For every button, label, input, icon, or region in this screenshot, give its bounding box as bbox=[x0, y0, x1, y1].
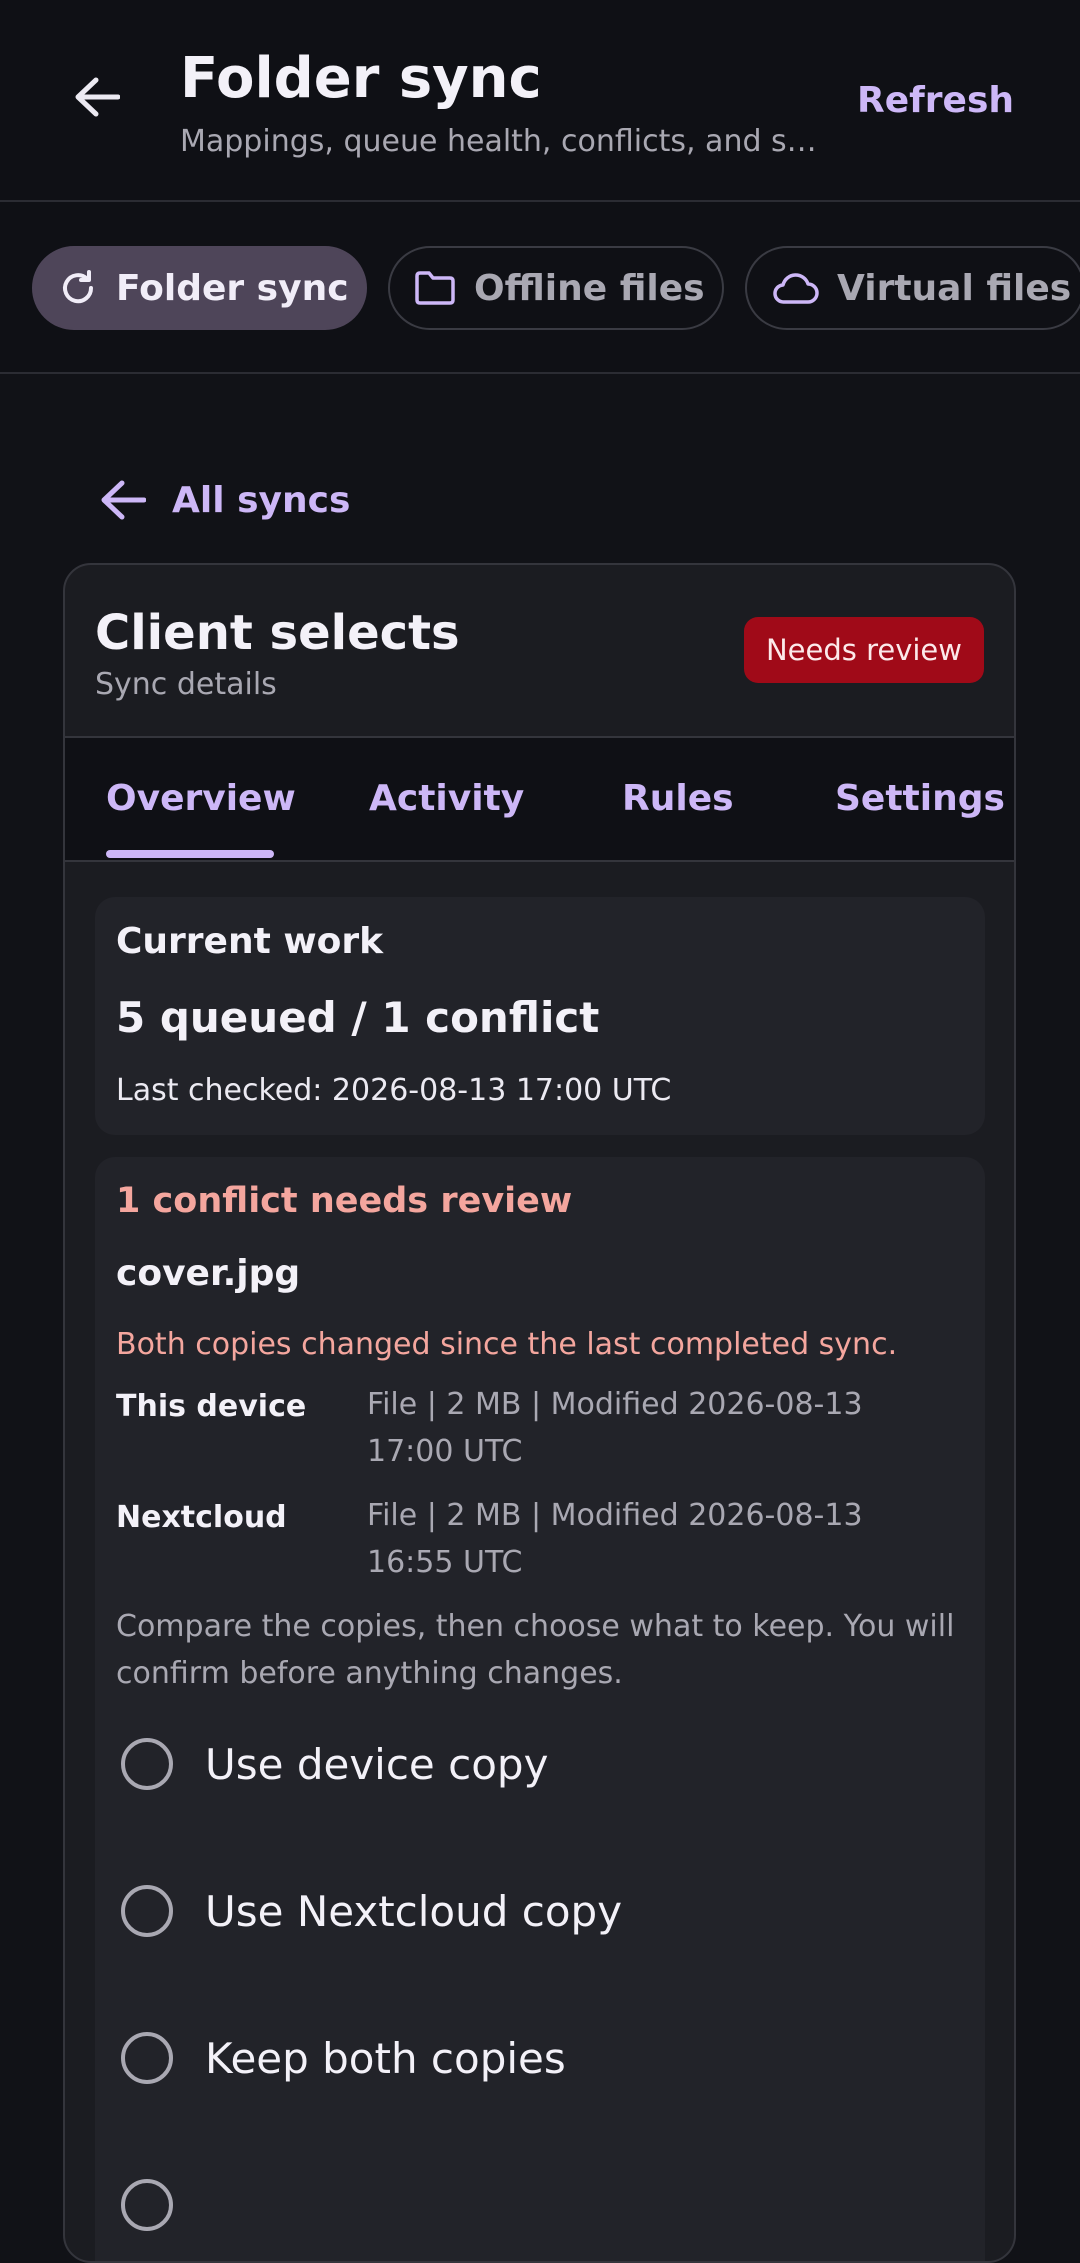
arrow-left-icon bbox=[101, 480, 146, 520]
last-checked: Last checked: 2026-08-13 17:00 UTC bbox=[116, 1073, 672, 1108]
arrow-left-icon bbox=[75, 77, 120, 117]
chip-label: Folder sync bbox=[116, 267, 349, 309]
all-syncs-label: All syncs bbox=[172, 479, 351, 521]
queue-summary: 5 queued / 1 conflict bbox=[116, 993, 600, 1042]
page-title: Folder sync bbox=[180, 46, 542, 111]
current-work-panel: Current work 5 queued / 1 conflict Last … bbox=[95, 897, 985, 1135]
sync-detail-card: Client selects Sync details Needs review… bbox=[63, 563, 1016, 2263]
copy-source-device: This device bbox=[116, 1389, 307, 1424]
folder-icon bbox=[415, 271, 455, 305]
chip-virtual-files[interactable]: Virtual files bbox=[745, 246, 1080, 330]
conflict-reason: Both copies changed since the last compl… bbox=[116, 1327, 898, 1362]
section-chip-row: Folder sync Offline files Virtual files bbox=[0, 202, 1080, 374]
option-use-nextcloud-copy[interactable]: Use Nextcloud copy bbox=[121, 1881, 622, 1941]
option-label: Use Nextcloud copy bbox=[205, 1886, 623, 1936]
radio-button[interactable] bbox=[121, 1738, 173, 1790]
radio-button[interactable] bbox=[121, 2032, 173, 2084]
sync-title: Client selects bbox=[95, 605, 460, 661]
page-subtitle: Mappings, queue health, conflicts, and s… bbox=[180, 124, 820, 159]
chip-label: Offline files bbox=[474, 267, 705, 309]
refresh-icon bbox=[63, 270, 94, 304]
chip-folder-sync[interactable]: Folder sync bbox=[32, 246, 367, 330]
radio-button[interactable] bbox=[121, 1885, 173, 1937]
detail-tabs: Overview Activity Rules Settings bbox=[65, 736, 1014, 862]
chip-label: Virtual files bbox=[837, 267, 1072, 309]
cloud-icon bbox=[773, 273, 819, 304]
option-keep-both-copies[interactable]: Keep both copies bbox=[121, 2028, 566, 2088]
tab-overview[interactable]: Overview bbox=[106, 778, 296, 819]
copy-details-nextcloud: File | 2 MB | Modified 2026-08-13 16:55 … bbox=[367, 1498, 863, 1580]
option-use-device-copy[interactable]: Use device copy bbox=[121, 1734, 548, 1794]
sync-subtitle: Sync details bbox=[95, 667, 277, 702]
all-syncs-link[interactable]: All syncs bbox=[100, 470, 350, 530]
option-label: Keep both copies bbox=[205, 2033, 566, 2083]
status-badge: Needs review bbox=[743, 617, 984, 683]
top-app-bar: Folder sync Mappings, queue health, conf… bbox=[0, 0, 1080, 202]
tab-activity[interactable]: Activity bbox=[369, 778, 524, 819]
option-label: Use device copy bbox=[205, 1739, 549, 1789]
tab-rules[interactable]: Rules bbox=[622, 778, 734, 819]
option-more[interactable] bbox=[121, 2175, 173, 2235]
tab-settings[interactable]: Settings bbox=[835, 778, 1005, 819]
conflict-heading: 1 conflict needs review bbox=[116, 1181, 573, 1221]
back-button[interactable] bbox=[62, 62, 132, 132]
conflict-file-name: cover.jpg bbox=[116, 1253, 301, 1294]
tab-selected-indicator bbox=[106, 850, 274, 858]
chip-offline-files[interactable]: Offline files bbox=[388, 246, 724, 330]
radio-button[interactable] bbox=[121, 2179, 173, 2231]
copy-details-device: File | 2 MB | Modified 2026-08-13 17:00 … bbox=[367, 1387, 863, 1469]
conflict-help-text: Compare the copies, then choose what to … bbox=[116, 1609, 955, 1691]
copy-source-nextcloud: Nextcloud bbox=[116, 1500, 287, 1535]
refresh-button[interactable]: Refresh bbox=[857, 80, 1014, 121]
conflict-panel: 1 conflict needs review cover.jpg Both c… bbox=[95, 1157, 985, 2261]
current-work-heading: Current work bbox=[116, 921, 384, 962]
